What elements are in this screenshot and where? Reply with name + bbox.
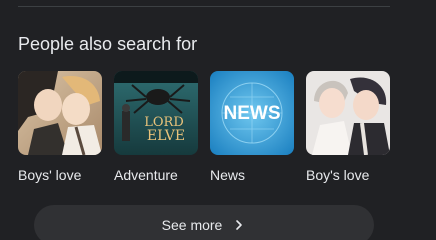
related-search-card-boys-love-2[interactable]: Boy's love [306, 71, 392, 184]
card-thumbnail: LORD ELVE [114, 71, 198, 155]
divider [18, 6, 390, 7]
chevron-right-icon [232, 218, 246, 232]
section-title: People also search for [18, 34, 198, 54]
card-label: News [210, 167, 246, 183]
people-also-search-panel: People also search for Boys' love LORD E… [0, 0, 436, 240]
card-thumbnail [18, 71, 102, 155]
related-search-card-boys-love[interactable]: Boys' love [18, 71, 104, 184]
related-search-card-adventure[interactable]: LORD ELVE Adventure [114, 71, 200, 184]
card-label: Boys' love [18, 167, 82, 183]
anime-couple-image [306, 71, 390, 155]
anime-couple-image [18, 71, 102, 155]
movie-poster-image: LORD ELVE [114, 71, 198, 155]
news-logo-image: NEWS [210, 71, 294, 155]
related-search-card-news[interactable]: NEWS News [210, 71, 296, 184]
card-label: Adventure [114, 167, 178, 183]
card-thumbnail: NEWS [210, 71, 294, 155]
card-label: Boy's love [306, 167, 370, 183]
poster-title-line-2: ELVE [147, 128, 185, 144]
related-searches-row: Boys' love LORD ELVE Adventure NEWS News… [18, 71, 398, 186]
see-more-button[interactable]: See more [34, 205, 374, 240]
card-thumbnail [306, 71, 390, 155]
see-more-label: See more [161, 217, 223, 233]
news-text: NEWS [224, 103, 281, 124]
